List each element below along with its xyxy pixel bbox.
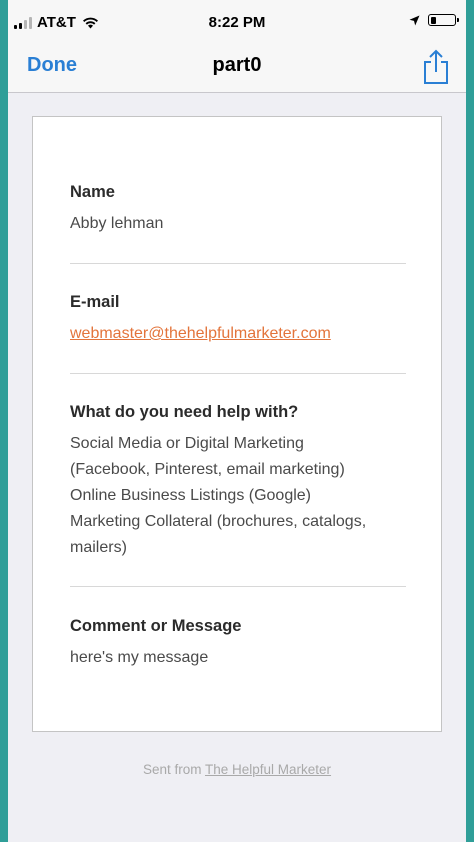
- page-title: part0: [212, 54, 262, 76]
- navigation-bar: Done part0: [8, 44, 466, 93]
- help-field: What do you need help with? Social Media…: [70, 403, 406, 561]
- comment-value: here's my message: [70, 649, 209, 666]
- help-line: mailers): [70, 539, 127, 556]
- email-field: E-mail webmaster@thehelpfulmarketer.com: [70, 293, 406, 347]
- status-bar: AT&T 8:22 PM: [8, 0, 466, 44]
- name-label: Name: [70, 183, 115, 201]
- location-arrow-icon: [409, 15, 420, 25]
- status-time: 8:22 PM: [208, 14, 266, 31]
- status-right: [409, 14, 459, 26]
- comment-label: Comment or Message: [70, 617, 242, 635]
- footer-link[interactable]: The Helpful Marketer: [205, 762, 331, 777]
- help-line: Social Media or Digital Marketing: [70, 435, 304, 452]
- help-line: Online Business Listings (Google): [70, 487, 312, 504]
- help-line: Marketing Collateral (brochures, catalog…: [70, 513, 367, 530]
- email-link[interactable]: webmaster@thehelpfulmarketer.com: [70, 325, 331, 342]
- footer: Sent from The Helpful Marketer: [8, 762, 466, 777]
- divider: [70, 586, 406, 587]
- battery-icon: [428, 14, 459, 26]
- help-label: What do you need help with?: [70, 403, 299, 421]
- divider: [70, 263, 406, 264]
- help-line: (Facebook, Pinterest, email marketing): [70, 461, 345, 478]
- footer-prefix: Sent from: [142, 762, 202, 777]
- phone-screen: AT&T 8:22 PM Done part0 Name Abby lehman…: [8, 0, 466, 842]
- name-value: Abby lehman: [70, 215, 164, 232]
- email-label: E-mail: [70, 293, 120, 311]
- divider: [70, 373, 406, 374]
- email-value: webmaster@thehelpfulmarketer.com: [70, 321, 406, 347]
- share-icon[interactable]: [420, 48, 452, 86]
- message-card: Name Abby lehman E-mail webmaster@thehel…: [32, 116, 442, 732]
- name-field: Name Abby lehman: [70, 183, 406, 237]
- comment-field: Comment or Message here's my message: [70, 617, 406, 671]
- help-value: Social Media or Digital Marketing (Faceb…: [70, 431, 406, 561]
